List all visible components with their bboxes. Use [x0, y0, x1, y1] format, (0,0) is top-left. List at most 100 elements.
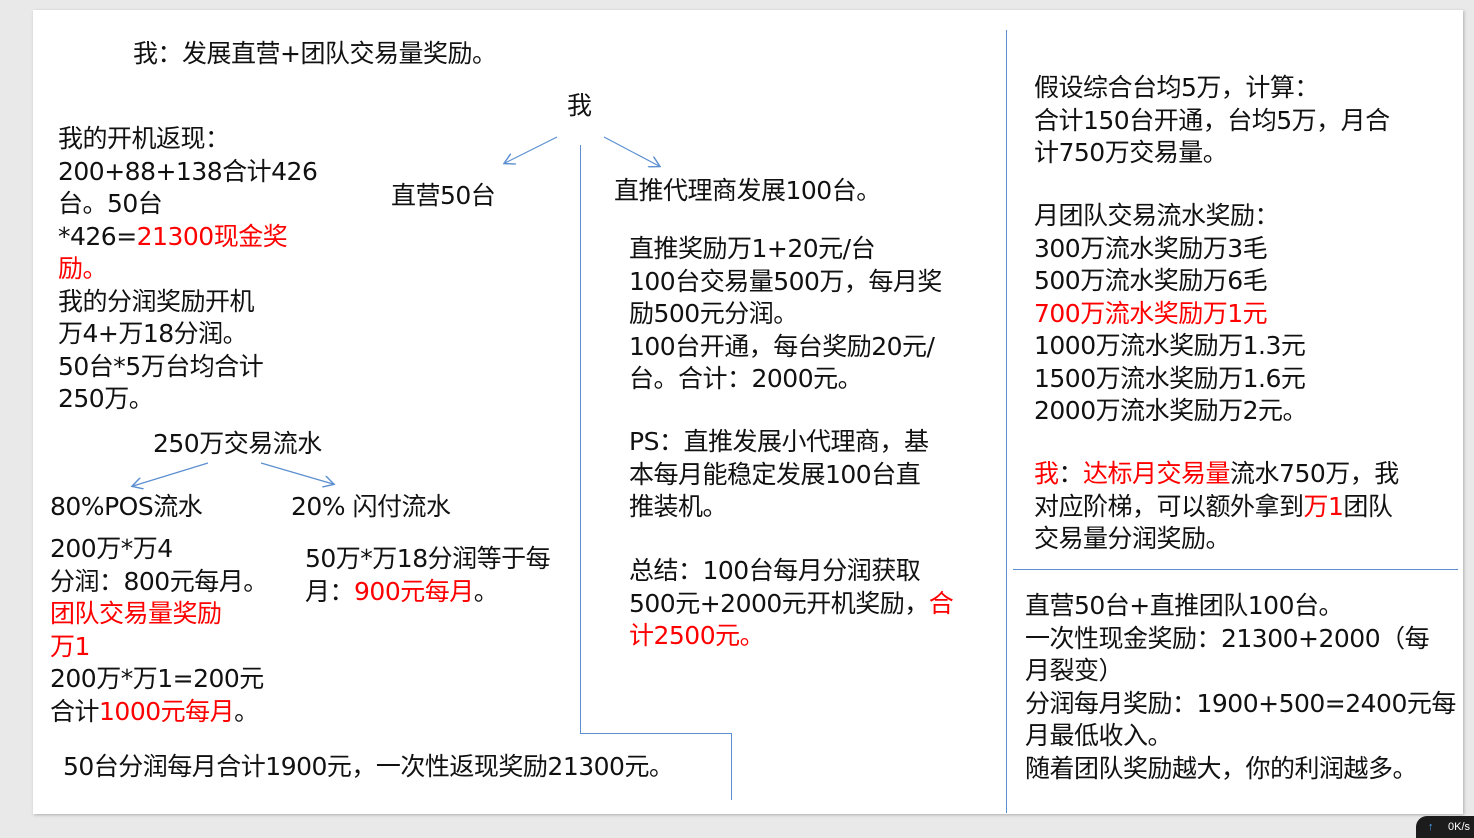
text-line: 50台*5万台均合计	[58, 351, 317, 384]
text-line: 50万*万18分润等于每	[305, 543, 551, 576]
highlight-text: 万1	[50, 631, 90, 661]
highlight-text: 计2500元。	[629, 621, 765, 650]
text-line: 假设综合台均5万，计算：	[1034, 72, 1390, 105]
right-section-divider	[1013, 569, 1458, 570]
text-segment: 总结：100台每月分润获取	[629, 556, 921, 585]
arrow-to-pos	[133, 462, 209, 486]
text-line: 直推奖励万1+20元/台	[629, 233, 942, 266]
agent-ps-block: PS：直推发展小代理商，基 本每月能稳定发展100台直 推装机。	[629, 426, 929, 524]
text-segment: 。	[473, 576, 499, 606]
highlight-text: 励。	[58, 254, 108, 283]
text-segment: 我的开机返现：	[58, 124, 230, 153]
text-line: 万1	[50, 631, 268, 664]
highlight-text: 我	[1034, 459, 1059, 488]
highlight-text: 1000元每月	[99, 696, 235, 726]
highlight-text: 900元每月	[354, 576, 474, 606]
text-segment: 。	[234, 696, 259, 726]
text-line: 200+88+138合计426	[58, 156, 318, 189]
arrow-to-flash	[260, 462, 333, 484]
highlight-text: 合	[928, 588, 954, 618]
text-line: 分润每月奖励：1900+500=2400元每	[1025, 688, 1456, 721]
tree-trunk-line	[580, 145, 581, 734]
text-line: 分润：800元每月。	[50, 566, 268, 599]
pos-label: 80%POS流水	[50, 492, 203, 521]
text-line: 月：900元每月。	[305, 576, 550, 609]
text-line: 计750万交易量。	[1034, 137, 1390, 170]
column-divider	[1006, 30, 1007, 813]
agent-summary-block: 总结：100台每月分润获取 500元+2000元开机奖励，合 计2500元。	[629, 555, 954, 653]
text-segment: 假设综合台均5万，计算：	[1034, 73, 1319, 102]
text-line: 台。50台	[58, 188, 317, 221]
text-segment: PS：直推发展小代理商，基	[629, 427, 929, 456]
upload-arrow-icon: ↑	[1428, 821, 1434, 833]
highlight-text: 700万流水奖励万1元	[1034, 298, 1268, 328]
text-line: 台。合计：2000元。	[629, 363, 942, 396]
highlight-text: 万1	[1303, 491, 1344, 521]
text-line: 直营50台+直推团队100台。	[1025, 590, 1456, 623]
text-segment: 团队	[1343, 491, 1393, 521]
text-segment: 50万*万18分润等于每	[305, 544, 551, 573]
text-segment: 我的分润奖励开机	[58, 286, 255, 316]
text-segment: 200万*万4	[50, 534, 173, 563]
net-speed-text: 0K/s	[1447, 821, 1470, 833]
text-line: 对应阶梯，可以额外拿到万1团队	[1034, 491, 1399, 524]
text-segment: 流水750万，我	[1230, 459, 1399, 488]
text-segment: 月最低收入。	[1025, 721, 1173, 750]
text-segment: 台。合计：2000元。	[629, 364, 863, 393]
text-line: 月团队交易流水奖励：	[1034, 200, 1307, 233]
text-segment: 合计150台开通，台均5万，月合	[1034, 105, 1390, 135]
text-line: 1500万流水奖励万1.6元	[1034, 363, 1307, 396]
text-line: *426=21300现金奖	[58, 221, 317, 254]
text-line: 励。	[58, 253, 317, 286]
agent-detail-block: 直推奖励万1+20元/台 100台交易量500万，每月奖 励500元分润。 100台开…	[629, 233, 942, 396]
flash-label: 20% 闪付流水	[291, 492, 451, 521]
text-line: 200万*万4	[50, 533, 268, 566]
text-line: 一次性现金奖励：21300+2000（每	[1025, 623, 1456, 656]
text-line: 我的分润奖励开机	[58, 286, 317, 319]
text-line: 500元+2000元开机奖励，合	[629, 588, 954, 621]
text-line: 总结：100台每月分润获取	[629, 555, 953, 588]
text-line: 本每月能稳定发展100台直	[629, 459, 928, 492]
text-line: 交易量分润奖励。	[1034, 523, 1399, 556]
text-segment: 台。50台	[58, 189, 163, 218]
text-line: 300万流水奖励万3毛	[1034, 233, 1307, 266]
text-line: 2000万流水奖励万2元。	[1034, 395, 1308, 428]
target-block: 我：达标月交易量流水750万，我 对应阶梯，可以额外拿到万1团队 交易量分润奖励。	[1034, 458, 1399, 556]
highlight-text: 团队交易量奖励	[50, 599, 222, 628]
text-segment: 月团队交易流水奖励：	[1034, 201, 1280, 230]
text-line: 万4+万18分润。	[58, 318, 317, 351]
text-segment: 推装机。	[629, 492, 728, 521]
text-line: 合计1000元每月。	[50, 696, 268, 729]
text-segment: 直营50台+直推团队100台。	[1025, 591, 1343, 620]
text-line: 100台交易量500万，每月奖	[629, 266, 942, 299]
assume-block: 假设综合台均5万，计算： 合计150台开通，台均5万，月合 计750万交易量。	[1034, 72, 1390, 170]
text-segment: 分润每月奖励：1900+500=2400元每	[1025, 688, 1456, 718]
text-line: 月裂变）	[1025, 655, 1456, 688]
text-segment: 100台开通，每台奖励20元/	[629, 331, 935, 361]
text-segment: 200万*万1=200元	[50, 664, 264, 693]
final-summary-block: 直营50台+直推团队100台。一次性现金奖励：21300+2000（每 月裂变） 分…	[1025, 590, 1456, 785]
text-line: PS：直推发展小代理商，基	[629, 426, 929, 459]
text-segment: 直推奖励万1+20元/台	[629, 234, 876, 263]
arrow-to-direct	[505, 136, 558, 163]
text-segment: ：	[1058, 459, 1084, 488]
text-line: 月最低收入。	[1025, 720, 1456, 753]
text-segment: 250万。	[58, 384, 154, 413]
text-segment: 1000万流水奖励万1.3元	[1034, 331, 1306, 360]
text-line: 100台开通，每台奖励20元/	[629, 331, 942, 364]
bottom-summary: 50台分润每月合计1900元，一次性返现奖励21300元。	[63, 752, 674, 781]
text-segment: 500元+2000元开机奖励，	[629, 588, 929, 618]
text-segment: 2000万流水奖励万2元。	[1034, 396, 1308, 425]
arrow-to-agent	[603, 136, 659, 166]
text-segment: 500万流水奖励万6毛	[1034, 266, 1268, 295]
tier-block: 月团队交易流水奖励： 300万流水奖励万3毛 500万流水奖励万6毛 700万流水奖励…	[1034, 200, 1308, 428]
text-segment: 本每月能稳定发展100台直	[629, 459, 921, 489]
text-line: 1000万流水奖励万1.3元	[1034, 330, 1307, 363]
text-segment: 合计	[50, 696, 100, 726]
text-line: 我：达标月交易量流水750万，我	[1034, 458, 1399, 491]
highlight-text: 达标月交易量	[1083, 459, 1231, 488]
text-segment: 300万流水奖励万3毛	[1034, 233, 1268, 263]
text-segment: 100台交易量500万，每月奖	[629, 266, 942, 296]
text-line: 700万流水奖励万1元	[1034, 298, 1307, 331]
text-segment: 分润：800元每月。	[50, 566, 268, 596]
